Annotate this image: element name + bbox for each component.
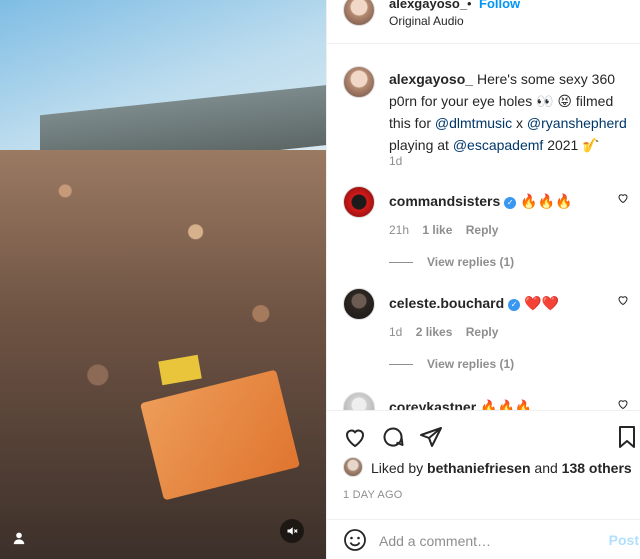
likes-summary: Liked by bethaniefriesen and 138 others — [343, 457, 633, 479]
view-replies-label[interactable]: View replies (1) — [427, 357, 514, 371]
mention-link[interactable]: @escapademf — [453, 137, 543, 153]
avatar[interactable] — [343, 186, 375, 218]
mention-link[interactable]: @ryanshepherd — [527, 115, 627, 131]
comment-username[interactable]: celeste.bouchard — [389, 295, 504, 311]
follow-button[interactable]: Follow — [479, 0, 520, 11]
post-details-panel: alexgayoso_ • Follow Original Audio alex… — [326, 0, 640, 559]
liker-username[interactable]: bethaniefriesen — [427, 460, 530, 476]
add-comment-bar: Post — [327, 519, 640, 559]
comment-text: 🔥🔥🔥 — [520, 193, 573, 209]
comments-list[interactable]: commandsisters ✓ 🔥🔥🔥 21h 1 like Reply Vie… — [327, 170, 640, 410]
speaker-muted-icon[interactable] — [280, 519, 304, 543]
comment-line: celeste.bouchard ✓ ❤️❤️ — [389, 294, 559, 312]
comment-line: coreykastner 🔥🔥🔥 — [389, 398, 532, 410]
avatar[interactable] — [343, 392, 375, 410]
caption-username[interactable]: alexgayoso_ — [389, 71, 473, 87]
avatar[interactable] — [343, 288, 375, 320]
caption-timestamp[interactable]: 1d — [389, 154, 402, 168]
comment-item: coreykastner 🔥🔥🔥 — [343, 392, 633, 410]
comment-like-heart-icon[interactable] — [617, 294, 631, 308]
likes-prefix: Liked by — [371, 460, 428, 476]
header-separator-dot: • — [467, 0, 472, 11]
post-timestamp[interactable]: 1 DAY AGO — [343, 489, 402, 501]
comment-item: commandsisters ✓ 🔥🔥🔥 21h 1 like Reply Vie… — [343, 186, 633, 276]
likes-middle: and — [530, 460, 562, 476]
likes-others-link[interactable]: 138 others — [562, 460, 632, 476]
comment-bubble-icon[interactable] — [381, 425, 405, 449]
reply-button[interactable]: Reply — [466, 325, 499, 339]
comment-meta: 21h 1 like Reply — [389, 223, 508, 237]
header-username[interactable]: alexgayoso_ — [389, 0, 467, 11]
comment-username[interactable]: coreykastner — [389, 399, 476, 410]
replies-divider — [389, 364, 413, 366]
post-button[interactable]: Post — [609, 532, 639, 548]
view-replies[interactable]: View replies (1) — [389, 255, 514, 269]
comment-likes[interactable]: 1 like — [422, 223, 452, 237]
caption-body-2: x — [512, 115, 527, 131]
caption-body-3: playing at — [389, 137, 453, 153]
paper-plane-icon[interactable] — [419, 425, 443, 449]
caption-text: alexgayoso_ Here's some sexy 360 p0rn fo… — [389, 68, 633, 156]
comment-text: ❤️❤️ — [524, 295, 559, 311]
comment-username[interactable]: commandsisters — [389, 193, 500, 209]
avatar[interactable] — [343, 66, 375, 98]
replies-divider — [389, 262, 413, 264]
avatar[interactable] — [343, 0, 375, 26]
comment-time[interactable]: 1d — [389, 325, 402, 339]
person-icon[interactable] — [12, 531, 26, 545]
instagram-post-modal: alexgayoso_ • Follow Original Audio alex… — [0, 0, 640, 559]
comment-meta: 1d 2 likes Reply — [389, 325, 508, 339]
comment-like-heart-icon[interactable] — [617, 398, 631, 410]
comment-input[interactable] — [379, 530, 597, 552]
comment-time[interactable]: 21h — [389, 223, 409, 237]
mention-link[interactable]: @dlmtmusic — [435, 115, 512, 131]
view-replies[interactable]: View replies (1) — [389, 357, 514, 371]
likes-text: Liked by bethaniefriesen and 138 others — [371, 460, 632, 476]
comment-text: 🔥🔥🔥 — [480, 399, 533, 410]
verified-badge-icon: ✓ — [504, 197, 517, 209]
emoji-smile-icon[interactable] — [343, 528, 367, 552]
post-actions: Liked by bethaniefriesen and 138 others … — [327, 410, 640, 559]
post-video[interactable] — [0, 0, 326, 559]
comment-like-heart-icon[interactable] — [617, 192, 631, 206]
avatar[interactable] — [343, 457, 363, 477]
comment-line: commandsisters ✓ 🔥🔥🔥 — [389, 192, 572, 210]
bookmark-icon[interactable] — [615, 425, 639, 449]
audio-label[interactable]: Original Audio — [389, 14, 464, 28]
post-header: alexgayoso_ • Follow Original Audio — [327, 0, 640, 44]
heart-icon[interactable] — [343, 425, 367, 449]
verified-badge-icon: ✓ — [508, 299, 521, 311]
view-replies-label[interactable]: View replies (1) — [427, 255, 514, 269]
caption-body-4: 2021 🎷 — [543, 137, 600, 153]
comment-likes[interactable]: 2 likes — [416, 325, 453, 339]
comment-item: celeste.bouchard ✓ ❤️❤️ 1d 2 likes Reply … — [343, 288, 633, 378]
reply-button[interactable]: Reply — [466, 223, 499, 237]
